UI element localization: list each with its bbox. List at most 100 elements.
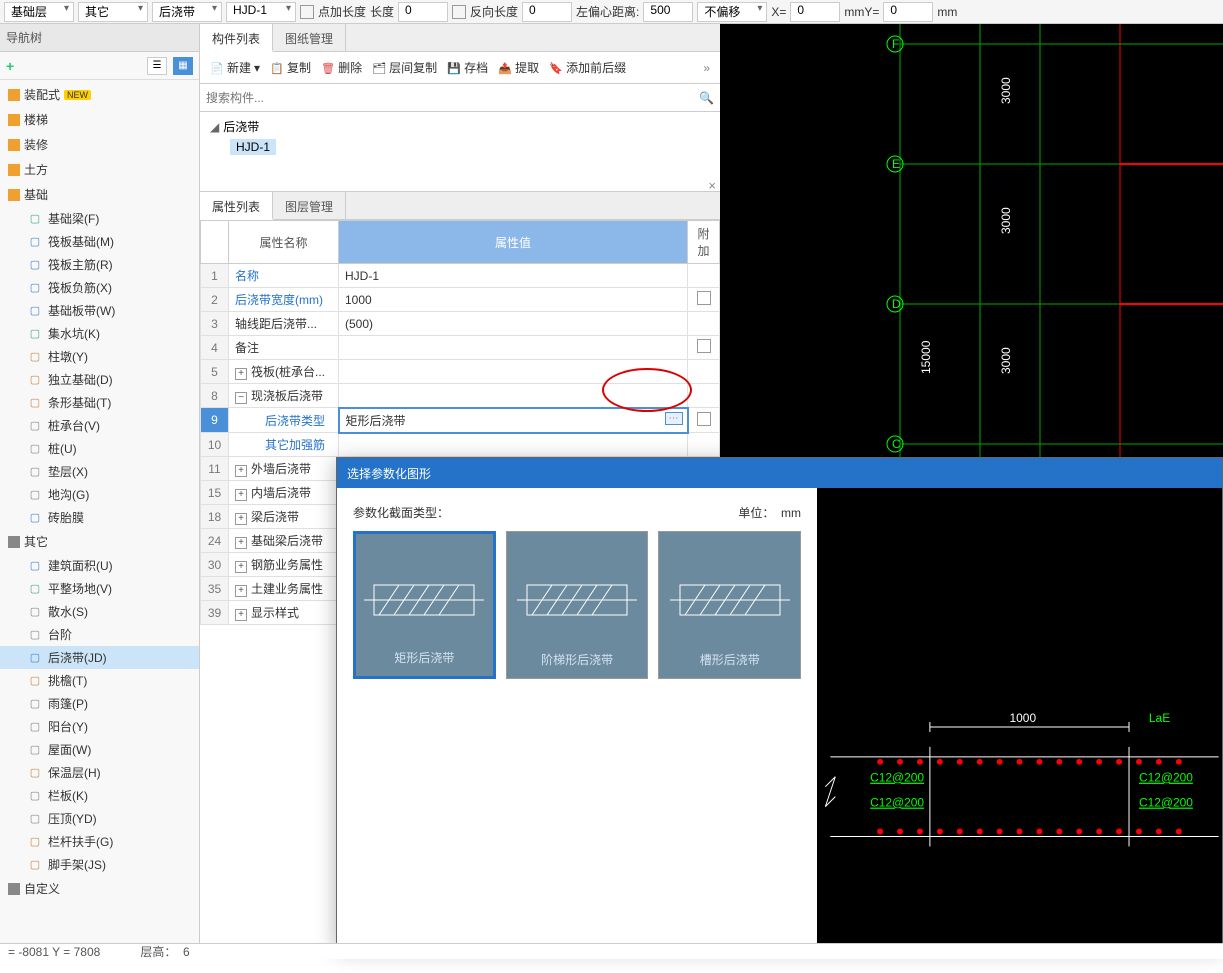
component-selected[interactable]: HJD-1: [230, 139, 276, 155]
checkbox[interactable]: [697, 412, 711, 426]
tree-item[interactable]: ▢条形基础(T): [0, 391, 199, 414]
ellipsis-button[interactable]: ⋯: [665, 412, 683, 425]
prop-value[interactable]: [339, 336, 688, 360]
tree-item[interactable]: ▢地沟(G): [0, 483, 199, 506]
floor-copy-button[interactable]: 层间复制: [368, 56, 441, 79]
cat-custom[interactable]: 自定义: [0, 876, 199, 901]
input-x[interactable]: 0: [790, 2, 840, 22]
row-number: 1: [201, 264, 229, 288]
view-list-icon[interactable]: ☰: [147, 57, 167, 75]
input-y[interactable]: 0: [883, 2, 933, 22]
new-button[interactable]: 新建 ▾: [206, 56, 264, 79]
tree-item[interactable]: ▢集水坑(K): [0, 322, 199, 345]
tree-item[interactable]: ▢栏板(K): [0, 784, 199, 807]
property-row[interactable]: 10 其它加强筋: [201, 433, 720, 457]
prop-value[interactable]: 矩形后浇带⋯: [339, 408, 688, 433]
cat-foundation[interactable]: 基础: [0, 182, 199, 207]
checkbox[interactable]: [697, 291, 711, 305]
dropdown-category[interactable]: 其它: [78, 2, 148, 22]
tree-item[interactable]: ▢保温层(H): [0, 761, 199, 784]
component-parent[interactable]: ◢后浇带: [210, 118, 710, 135]
prop-value[interactable]: (500): [339, 312, 688, 336]
item-icon: ▢: [28, 281, 42, 295]
checkbox[interactable]: [697, 339, 711, 353]
search-input[interactable]: [206, 88, 699, 108]
delete-button[interactable]: 删除: [317, 56, 366, 79]
tree-item[interactable]: ▢建筑面积(U): [0, 554, 199, 577]
search-icon[interactable]: 🔍: [699, 91, 714, 105]
cat-assembly[interactable]: 装配式NEW: [0, 82, 199, 107]
extract-button[interactable]: 提取: [494, 56, 543, 79]
tree-item[interactable]: ▢雨篷(P): [0, 692, 199, 715]
view-grid-icon[interactable]: ▦: [173, 57, 193, 75]
tree-item[interactable]: ▢脚手架(JS): [0, 853, 199, 876]
add-icon[interactable]: +: [6, 58, 14, 74]
tree-item[interactable]: ▢散水(S): [0, 600, 199, 623]
tree-item[interactable]: ▢台阶: [0, 623, 199, 646]
property-row[interactable]: 5 +筏板(桩承台...: [201, 360, 720, 384]
cat-other[interactable]: 其它: [0, 529, 199, 554]
cat-earth[interactable]: 土方: [0, 157, 199, 182]
input-length[interactable]: 0: [398, 2, 448, 22]
svg-text:C: C: [892, 437, 901, 451]
tree-item[interactable]: ▢砖胎膜: [0, 506, 199, 529]
svg-text:3000: 3000: [999, 207, 1013, 234]
tree-item[interactable]: ▢筏板主筋(R): [0, 253, 199, 276]
tree-item[interactable]: ▢屋面(W): [0, 738, 199, 761]
input-reverse[interactable]: 0: [522, 2, 572, 22]
tree-item[interactable]: ▢栏杆扶手(G): [0, 830, 199, 853]
property-row[interactable]: 3 轴线距后浇带... (500): [201, 312, 720, 336]
tree-item[interactable]: ▢压顶(YD): [0, 807, 199, 830]
prop-value[interactable]: [339, 433, 688, 457]
prop-value[interactable]: [339, 360, 688, 384]
archive-button[interactable]: 存档: [443, 56, 492, 79]
dropdown-layer[interactable]: 基础层: [4, 2, 74, 22]
tree-item[interactable]: ▢桩(U): [0, 437, 199, 460]
tree-item[interactable]: ▢基础梁(F): [0, 207, 199, 230]
svg-text:LaE: LaE: [1149, 711, 1170, 725]
tab-component-list[interactable]: 构件列表: [200, 24, 273, 52]
tab-drawing-manage[interactable]: 图纸管理: [273, 24, 346, 51]
cat-stair[interactable]: 楼梯: [0, 107, 199, 132]
prefix-button[interactable]: 添加前后缀: [545, 56, 630, 79]
close-icon[interactable]: ×: [708, 178, 716, 193]
property-row[interactable]: 9 后浇带类型 矩形后浇带⋯: [201, 408, 720, 433]
tab-layers[interactable]: 图层管理: [273, 192, 346, 219]
row-number: 30: [201, 553, 229, 577]
checkbox-point-length[interactable]: [300, 5, 314, 19]
cat-deco[interactable]: 装修: [0, 132, 199, 157]
property-row[interactable]: 2 后浇带宽度(mm) 1000: [201, 288, 720, 312]
dropdown-type[interactable]: 后浇带: [152, 2, 222, 22]
tree-item[interactable]: ▢筏板负筋(X): [0, 276, 199, 299]
item-icon: ▢: [28, 396, 42, 410]
shape-card[interactable]: 矩形后浇带: [353, 531, 496, 679]
property-row[interactable]: 4 备注: [201, 336, 720, 360]
tree-item[interactable]: ▢平整场地(V): [0, 577, 199, 600]
tree-item[interactable]: ▢垫层(X): [0, 460, 199, 483]
tree-item[interactable]: ▢柱墩(Y): [0, 345, 199, 368]
input-offset[interactable]: 500: [643, 2, 693, 22]
checkbox-reverse[interactable]: [452, 5, 466, 19]
shape-card[interactable]: 阶梯形后浇带: [506, 531, 649, 679]
toolbar-more-icon[interactable]: »: [699, 61, 714, 75]
shape-card[interactable]: 槽形后浇带: [658, 531, 801, 679]
tree-item[interactable]: ▢基础板带(W): [0, 299, 199, 322]
property-row[interactable]: 8 −现浇板后浇带: [201, 384, 720, 408]
dropdown-offset-mode[interactable]: 不偏移: [697, 2, 767, 22]
prop-value[interactable]: [339, 384, 688, 408]
prop-value[interactable]: HJD-1: [339, 264, 688, 288]
tree-item[interactable]: ▢挑檐(T): [0, 669, 199, 692]
tree-item[interactable]: ▢筏板基础(M): [0, 230, 199, 253]
tab-properties[interactable]: 属性列表: [200, 192, 273, 220]
property-row[interactable]: 1 名称 HJD-1: [201, 264, 720, 288]
prop-extra: [688, 360, 720, 384]
tree-item[interactable]: ▢桩承台(V): [0, 414, 199, 437]
tree-item[interactable]: ▢独立基础(D): [0, 368, 199, 391]
tree-item[interactable]: ▢后浇带(JD): [0, 646, 199, 669]
dropdown-instance[interactable]: HJD-1: [226, 2, 296, 22]
item-icon: ▢: [28, 651, 42, 665]
item-icon: ▢: [28, 559, 42, 573]
tree-item[interactable]: ▢阳台(Y): [0, 715, 199, 738]
copy-button[interactable]: 复制: [266, 56, 315, 79]
prop-value[interactable]: 1000: [339, 288, 688, 312]
